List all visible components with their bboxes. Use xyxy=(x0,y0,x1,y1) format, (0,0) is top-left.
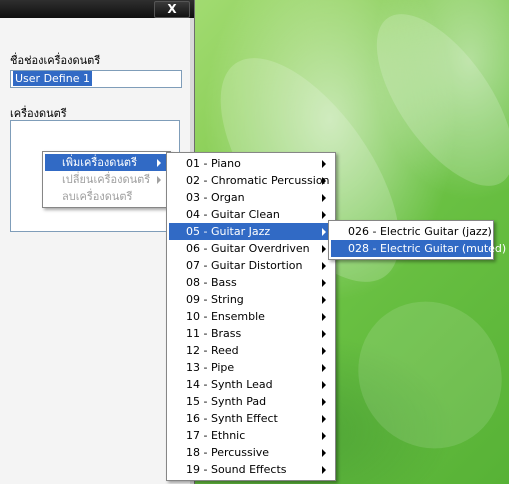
submenu-arrow-icon xyxy=(322,415,326,423)
menu-item-category[interactable]: 09 - String xyxy=(169,291,333,308)
menu-item-label: ลบเครื่องดนตรี xyxy=(62,190,133,203)
instrument-submenu: 026 - Electric Guitar (jazz) 028 - Elect… xyxy=(328,220,506,260)
menu-item-label: 03 - Organ xyxy=(186,191,245,204)
submenu-arrow-icon xyxy=(322,398,326,406)
menu-item-add-instrument[interactable]: เพิ่มเครื่องดนตรี xyxy=(45,154,168,171)
menu-item-change-instrument: เปลี่ยนเครื่องดนตรี xyxy=(45,171,168,188)
menu-item-category[interactable]: 16 - Synth Effect xyxy=(169,410,333,427)
menu-item-instrument[interactable]: 026 - Electric Guitar (jazz) xyxy=(331,223,492,240)
submenu-arrow-icon xyxy=(322,313,326,321)
submenu-arrow-icon xyxy=(322,296,326,304)
menu-item-category[interactable]: 05 - Guitar Jazz xyxy=(169,223,333,240)
menu-item-label: 16 - Synth Effect xyxy=(186,412,278,425)
submenu-arrow-icon xyxy=(322,364,326,372)
submenu-arrow-icon xyxy=(322,194,326,202)
menu-item-label: 14 - Synth Lead xyxy=(186,378,273,391)
menu-item-label: 13 - Pipe xyxy=(186,361,235,374)
submenu-arrow-icon xyxy=(322,211,326,219)
menu-item-category[interactable]: 01 - Piano xyxy=(169,155,333,172)
menu-item-category[interactable]: 19 - Sound Effects xyxy=(169,461,333,478)
menu-item-label: 11 - Brass xyxy=(186,327,242,340)
menu-item-category[interactable]: 03 - Organ xyxy=(169,189,333,206)
instrument-name-value: User Define 1 xyxy=(13,71,92,86)
menu-item-category[interactable]: 06 - Guitar Overdriven xyxy=(169,240,333,257)
category-submenu: 01 - Piano 02 - Chromatic Percussion 03 … xyxy=(166,152,336,481)
submenu-arrow-icon xyxy=(322,330,326,338)
menu-item-label: 05 - Guitar Jazz xyxy=(186,225,271,238)
menu-item-instrument[interactable]: 028 - Electric Guitar (muted) xyxy=(331,240,506,257)
menu-item-label: 18 - Percussive xyxy=(186,446,270,459)
menu-item-label: 09 - String xyxy=(186,293,244,306)
menu-item-category[interactable]: 07 - Guitar Distortion xyxy=(169,257,333,274)
menu-item-label: เพิ่มเครื่องดนตรี xyxy=(62,156,137,169)
menu-item-label: 19 - Sound Effects xyxy=(186,463,287,476)
menu-item-label: 08 - Bass xyxy=(186,276,237,289)
submenu-arrow-icon xyxy=(322,279,326,287)
instrument-channel-label: ชื่อช่องเครื่องดนตรี xyxy=(10,54,101,67)
menu-item-category[interactable]: 14 - Synth Lead xyxy=(169,376,333,393)
menu-item-category[interactable]: 10 - Ensemble xyxy=(169,308,333,325)
submenu-arrow-icon xyxy=(322,466,326,474)
menu-item-label: 15 - Synth Pad xyxy=(186,395,267,408)
submenu-arrow-icon xyxy=(322,449,326,457)
menu-item-label: 10 - Ensemble xyxy=(186,310,265,323)
context-menu: เพิ่มเครื่องดนตรี เปลี่ยนเครื่องดนตรี ลบ… xyxy=(42,151,171,208)
submenu-arrow-icon xyxy=(322,245,326,253)
window-client-area: ชื่อช่องเครื่องดนตรี User Define 1 เครื่… xyxy=(0,18,194,484)
menu-item-label: 17 - Ethnic xyxy=(186,429,246,442)
menu-item-delete-instrument: ลบเครื่องดนตรี xyxy=(45,188,168,205)
menu-item-category[interactable]: 12 - Reed xyxy=(169,342,333,359)
menu-item-category[interactable]: 18 - Percussive xyxy=(169,444,333,461)
submenu-arrow-icon xyxy=(322,228,326,236)
submenu-arrow-icon xyxy=(322,347,326,355)
menu-item-label: เปลี่ยนเครื่องดนตรี xyxy=(62,173,151,186)
submenu-arrow-icon xyxy=(322,177,326,185)
menu-item-category[interactable]: 17 - Ethnic xyxy=(169,427,333,444)
close-button[interactable]: X xyxy=(154,1,190,18)
menu-item-category[interactable]: 04 - Guitar Clean xyxy=(169,206,333,223)
title-bar: X xyxy=(0,0,194,18)
menu-item-label: 01 - Piano xyxy=(186,157,241,170)
menu-item-category[interactable]: 08 - Bass xyxy=(169,274,333,291)
menu-item-label: 07 - Guitar Distortion xyxy=(186,259,303,272)
wallpaper-streak xyxy=(329,273,509,477)
menu-item-label: 06 - Guitar Overdriven xyxy=(186,242,310,255)
submenu-arrow-icon xyxy=(322,160,326,168)
menu-item-category[interactable]: 11 - Brass xyxy=(169,325,333,342)
submenu-arrow-icon xyxy=(322,262,326,270)
menu-item-category[interactable]: 02 - Chromatic Percussion xyxy=(169,172,333,189)
menu-item-category[interactable]: 13 - Pipe xyxy=(169,359,333,376)
instrument-name-input[interactable]: User Define 1 xyxy=(10,70,182,88)
menu-item-label: 12 - Reed xyxy=(186,344,239,357)
submenu-arrow-icon xyxy=(157,176,161,184)
submenu-arrow-icon xyxy=(157,159,161,167)
menu-item-label: 028 - Electric Guitar (muted) xyxy=(348,242,507,255)
menu-item-label: 02 - Chromatic Percussion xyxy=(186,174,330,187)
submenu-arrow-icon xyxy=(322,381,326,389)
menu-item-category[interactable]: 15 - Synth Pad xyxy=(169,393,333,410)
menu-item-label: 026 - Electric Guitar (jazz) xyxy=(348,225,492,238)
menu-item-label: 04 - Guitar Clean xyxy=(186,208,280,221)
submenu-arrow-icon xyxy=(322,432,326,440)
